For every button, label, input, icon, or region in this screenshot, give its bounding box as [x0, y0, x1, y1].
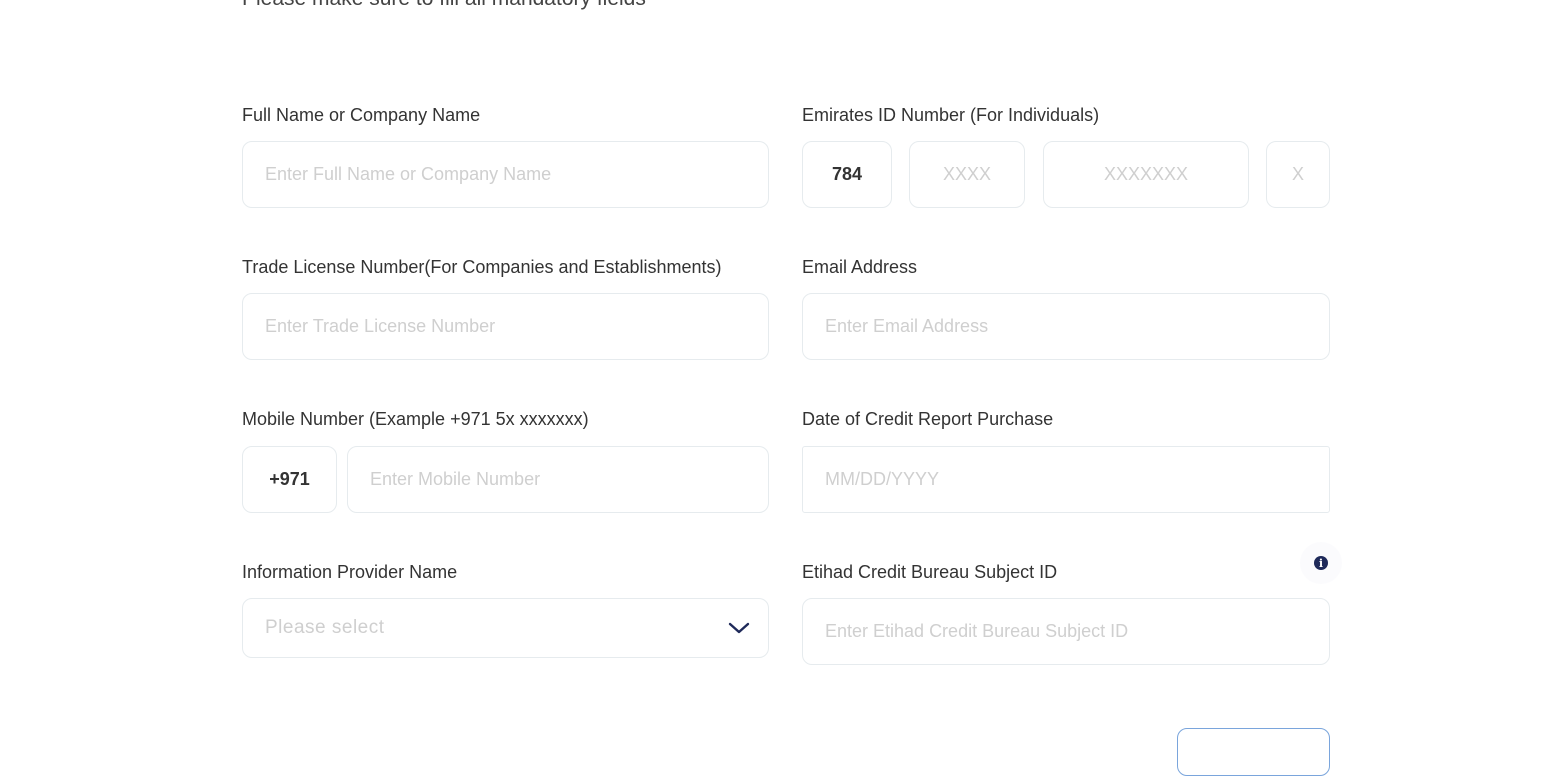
mobile-country-code: +971 [242, 446, 337, 513]
emirates-id-prefix: 784 [802, 141, 892, 208]
form-intro: Please make sure to fill all mandatory f… [242, 0, 646, 11]
info-button[interactable]: i [1300, 542, 1342, 584]
full-name-input[interactable] [242, 141, 769, 208]
trade-license-input[interactable] [242, 293, 769, 360]
purchase-date-label: Date of Credit Report Purchase [802, 409, 1054, 429]
purchase-date-input[interactable] [802, 446, 1330, 513]
chevron-down-icon [728, 621, 750, 635]
trade-license-label: Trade License Number(For Companies and E… [242, 257, 722, 277]
email-input[interactable] [802, 293, 1330, 360]
emirates-id-segment-1[interactable] [909, 141, 1025, 208]
submit-button[interactable] [1177, 728, 1330, 776]
emirates-id-segment-3[interactable] [1266, 141, 1330, 208]
mobile-input[interactable] [347, 446, 769, 513]
provider-label: Information Provider Name [242, 562, 458, 582]
email-label: Email Address [802, 257, 918, 277]
subject-id-label: Etihad Credit Bureau Subject ID [802, 562, 1058, 582]
provider-select[interactable]: Please select [242, 598, 769, 658]
emirates-id-segment-2[interactable] [1043, 141, 1249, 208]
info-icon: i [1314, 556, 1328, 570]
provider-select-value: Please select [265, 617, 385, 638]
emirates-id-label: Emirates ID Number (For Individuals) [802, 105, 1100, 125]
full-name-label: Full Name or Company Name [242, 105, 481, 125]
mobile-label: Mobile Number (Example +971 5x xxxxxxx) [242, 409, 589, 429]
subject-id-input[interactable] [802, 598, 1330, 665]
